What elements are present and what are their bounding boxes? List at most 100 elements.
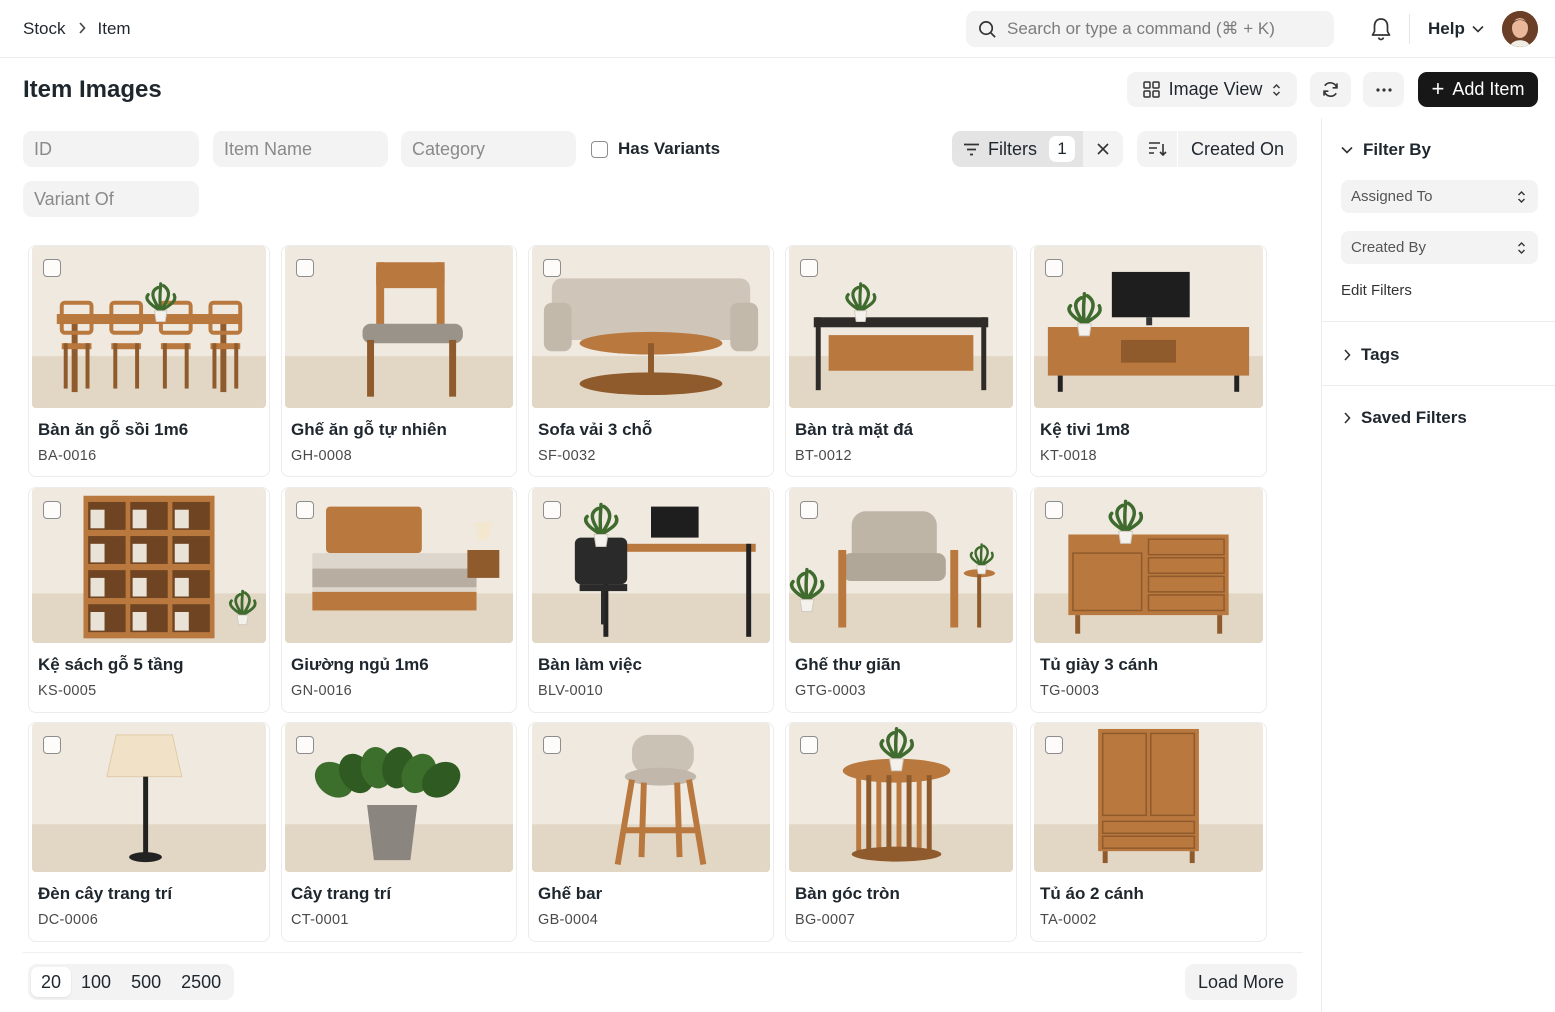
divider xyxy=(1409,14,1410,44)
sort-label: Created On xyxy=(1190,138,1285,159)
bar-stool-image[interactable] xyxy=(532,723,770,872)
avatar[interactable] xyxy=(1502,11,1538,47)
item-select-checkbox[interactable] xyxy=(800,501,818,519)
item-name[interactable]: Bàn làm việc xyxy=(538,655,642,675)
item-select-checkbox[interactable] xyxy=(296,501,314,519)
item-card[interactable]: Bàn trà mặt đá BT-0012 xyxy=(785,245,1017,477)
page-size-100[interactable]: 100 xyxy=(71,967,121,997)
desk-image[interactable] xyxy=(532,488,770,643)
item-name[interactable]: Ghế thư giãn xyxy=(795,655,901,675)
shoe-cabinet-image[interactable] xyxy=(1034,488,1263,643)
item-name[interactable]: Bàn góc tròn xyxy=(795,884,900,904)
item-select-checkbox[interactable] xyxy=(43,259,61,277)
item-name[interactable]: Giường ngủ 1m6 xyxy=(291,655,429,675)
page-size-2500[interactable]: 2500 xyxy=(171,967,231,997)
item-name[interactable]: Kệ sách gỗ 5 tầng xyxy=(38,655,183,675)
sort-field-button[interactable]: Created On xyxy=(1178,131,1297,167)
divider xyxy=(1322,385,1555,386)
armchair-image[interactable] xyxy=(789,488,1013,643)
help-menu[interactable]: Help xyxy=(1428,19,1484,39)
item-select-checkbox[interactable] xyxy=(296,259,314,277)
has-variants-checkbox[interactable] xyxy=(591,140,608,158)
tv-stand-image[interactable] xyxy=(1034,246,1263,408)
has-variants-filter[interactable]: Has Variants xyxy=(591,139,720,159)
sort-direction-button[interactable] xyxy=(1137,131,1177,167)
item-name[interactable]: Bàn trà mặt đá xyxy=(795,420,913,440)
item-name[interactable]: Đèn cây trang trí xyxy=(38,884,172,904)
item-card[interactable]: Bàn ăn gỗ sồi 1m6 BA-0016 xyxy=(28,245,270,477)
round-side-table-image[interactable] xyxy=(789,723,1013,872)
bell-icon[interactable] xyxy=(1369,16,1393,42)
grid-icon xyxy=(1142,81,1160,98)
floor-lamp-image[interactable] xyxy=(32,723,266,872)
item-select-checkbox[interactable] xyxy=(43,501,61,519)
item-select-checkbox[interactable] xyxy=(43,736,61,754)
coffee-table-image[interactable] xyxy=(789,246,1013,408)
item-card[interactable]: Giường ngủ 1m6 GN-0016 xyxy=(281,487,517,713)
item-select-checkbox[interactable] xyxy=(1045,259,1063,277)
item-card[interactable]: Cây trang trí CT-0001 xyxy=(281,722,517,942)
item-select-checkbox[interactable] xyxy=(296,736,314,754)
breadcrumb-stock[interactable]: Stock xyxy=(23,19,66,39)
category-filter-input[interactable] xyxy=(401,131,576,167)
tags-label: Tags xyxy=(1361,345,1400,364)
refresh-button[interactable] xyxy=(1310,72,1351,107)
item-name[interactable]: Sofa vải 3 chỗ xyxy=(538,420,652,440)
bed-image[interactable] xyxy=(285,488,513,643)
variant-of-filter-input[interactable] xyxy=(23,181,199,217)
item-select-checkbox[interactable] xyxy=(543,501,561,519)
item-select-checkbox[interactable] xyxy=(800,736,818,754)
item-card[interactable]: Ghế ăn gỗ tự nhiên GH-0008 xyxy=(281,245,517,477)
edit-filters-link[interactable]: Edit Filters xyxy=(1341,282,1412,299)
item-card[interactable]: Tủ giày 3 cánh TG-0003 xyxy=(1030,487,1267,713)
clear-filters-button[interactable] xyxy=(1083,131,1123,167)
item-card[interactable]: Sofa vải 3 chỗ SF-0032 xyxy=(528,245,774,477)
bookshelf-image[interactable] xyxy=(32,488,266,643)
item-name[interactable]: Ghế ăn gỗ tự nhiên xyxy=(291,420,447,440)
saved-filters-section-toggle[interactable]: Saved Filters xyxy=(1343,408,1467,428)
item-name[interactable]: Bàn ăn gỗ sồi 1m6 xyxy=(38,420,188,440)
item-name[interactable]: Ghế bar xyxy=(538,884,602,904)
assigned-to-select[interactable]: Assigned To xyxy=(1341,180,1538,213)
item-name-filter-input[interactable] xyxy=(213,131,388,167)
item-select-checkbox[interactable] xyxy=(1045,501,1063,519)
more-options-button[interactable] xyxy=(1363,72,1404,107)
item-code: DC-0006 xyxy=(38,912,99,928)
item-card[interactable]: Ghế thư giãn GTG-0003 xyxy=(785,487,1017,713)
id-filter-input[interactable] xyxy=(23,131,199,167)
add-item-button[interactable]: + Add Item xyxy=(1418,72,1538,107)
chair-image[interactable] xyxy=(285,246,513,408)
breadcrumb-item[interactable]: Item xyxy=(98,19,131,39)
item-select-checkbox[interactable] xyxy=(543,736,561,754)
search-input[interactable]: Search or type a command (⌘ + K) xyxy=(966,11,1334,47)
item-card[interactable]: Đèn cây trang trí DC-0006 xyxy=(28,722,270,942)
page-size-500[interactable]: 500 xyxy=(121,967,171,997)
item-select-checkbox[interactable] xyxy=(1045,736,1063,754)
tags-section-toggle[interactable]: Tags xyxy=(1343,345,1399,365)
chevron-right-icon xyxy=(78,21,86,37)
item-card[interactable]: Ghế bar GB-0004 xyxy=(528,722,774,942)
item-select-checkbox[interactable] xyxy=(543,259,561,277)
filter-by-section-toggle[interactable]: Filter By xyxy=(1341,140,1431,160)
sofa-image[interactable] xyxy=(532,246,770,408)
page-size-selector: 20 100 500 2500 xyxy=(28,964,235,1000)
view-switcher-button[interactable]: Image View xyxy=(1127,72,1297,107)
item-name[interactable]: Tủ áo 2 cánh xyxy=(1040,884,1144,904)
page-size-20[interactable]: 20 xyxy=(31,967,72,997)
item-name[interactable]: Cây trang trí xyxy=(291,884,391,904)
item-card[interactable]: Kệ sách gỗ 5 tầng KS-0005 xyxy=(28,487,270,713)
filters-button[interactable]: Filters 1 xyxy=(952,131,1083,167)
item-card[interactable]: Bàn làm việc BLV-0010 xyxy=(528,487,774,713)
item-name[interactable]: Tủ giày 3 cánh xyxy=(1040,655,1158,675)
load-more-button[interactable]: Load More xyxy=(1185,964,1297,1000)
item-select-checkbox[interactable] xyxy=(800,259,818,277)
dining-table-image[interactable] xyxy=(32,246,266,408)
item-card[interactable]: Kệ tivi 1m8 KT-0018 xyxy=(1030,245,1267,477)
item-name[interactable]: Kệ tivi 1m8 xyxy=(1040,420,1130,440)
wardrobe-image[interactable] xyxy=(1034,723,1263,872)
filters-count-badge: 1 xyxy=(1049,136,1075,162)
potted-plant-image[interactable] xyxy=(285,723,513,872)
item-card[interactable]: Tủ áo 2 cánh TA-0002 xyxy=(1030,722,1267,942)
item-card[interactable]: Bàn góc tròn BG-0007 xyxy=(785,722,1017,942)
created-by-select[interactable]: Created By xyxy=(1341,231,1538,264)
